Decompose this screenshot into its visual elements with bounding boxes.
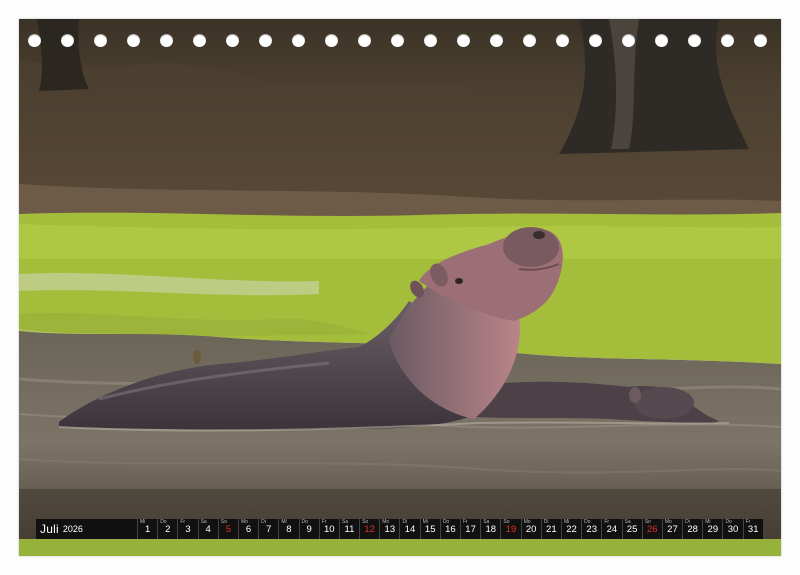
day-cell: Fr 17 xyxy=(460,519,480,539)
day-cell: Di 7 xyxy=(258,519,278,539)
hippo-scene xyxy=(19,19,781,556)
binding-hole xyxy=(390,34,404,47)
day-cell: Mi 29 xyxy=(702,519,722,539)
day-cell: Fr 31 xyxy=(742,519,763,539)
day-cell: Mo 27 xyxy=(661,519,682,539)
day-cell: Fr 10 xyxy=(318,519,339,539)
binding-hole xyxy=(126,34,140,47)
binding-hole xyxy=(555,34,569,47)
day-number: 31 xyxy=(747,524,759,535)
binding-holes xyxy=(0,34,800,50)
binding-hole xyxy=(489,34,503,47)
day-number: 5 xyxy=(225,524,231,535)
day-number: 26 xyxy=(646,524,658,535)
binding-hole xyxy=(225,34,239,47)
day-cell: Di 28 xyxy=(682,519,702,539)
binding-hole xyxy=(423,34,437,47)
day-cell: Do 16 xyxy=(439,519,460,539)
day-cell: Fr 3 xyxy=(177,519,197,539)
binding-hole xyxy=(192,34,206,47)
day-cell: Mo 6 xyxy=(237,519,258,539)
day-cell: Di 21 xyxy=(540,519,561,539)
day-number: 27 xyxy=(667,524,678,535)
binding-hole xyxy=(324,34,338,47)
day-cell: Sa 25 xyxy=(621,519,642,539)
day-cell: So 26 xyxy=(641,519,662,539)
day-number: 15 xyxy=(424,524,436,535)
binding-hole xyxy=(357,34,371,47)
binding-hole xyxy=(258,34,272,47)
day-cell: Mo 20 xyxy=(520,519,541,539)
day-cell: Mi 1 xyxy=(137,519,157,539)
day-number: 19 xyxy=(505,524,517,535)
day-cell: So 19 xyxy=(500,519,520,539)
day-cell: Mi 15 xyxy=(419,519,440,539)
day-cell: Mo 13 xyxy=(379,519,399,539)
month-label: Juli 2026 xyxy=(36,519,137,539)
day-number: 12 xyxy=(364,524,375,535)
day-number: 1 xyxy=(144,524,151,535)
day-cell: Mi 8 xyxy=(278,519,298,539)
binding-hole xyxy=(753,34,767,47)
day-number: 2 xyxy=(165,524,171,535)
binding-hole xyxy=(456,34,470,47)
day-number: 7 xyxy=(266,524,272,535)
year-label: 2026 xyxy=(62,524,83,534)
day-number: 25 xyxy=(626,524,638,535)
day-number: 20 xyxy=(525,524,537,535)
day-cell: Fr 24 xyxy=(601,519,621,539)
day-number: 8 xyxy=(286,524,292,535)
day-number: 9 xyxy=(306,524,312,535)
calendar-strip: Juli 2026 Mi 1 Do 2 Fr 3 Sa 4 So 5 Mo 6 Di 7 Mi 8 Do 9 Fr 1… xyxy=(36,519,763,539)
day-cell: Di 14 xyxy=(399,519,419,539)
day-cell: Mi 22 xyxy=(560,519,581,539)
day-number: 24 xyxy=(606,524,618,535)
day-number: 17 xyxy=(465,524,476,535)
day-number: 10 xyxy=(323,524,335,535)
binding-hole xyxy=(720,34,734,47)
day-number: 13 xyxy=(384,524,396,535)
binding-hole xyxy=(588,34,602,47)
day-number: 14 xyxy=(404,524,416,535)
day-cell: Do 30 xyxy=(722,519,742,539)
day-number: 3 xyxy=(185,524,191,535)
day-cell: Do 9 xyxy=(298,519,319,539)
calendar-page: Juli 2026 Mi 1 Do 2 Fr 3 Sa 4 So 5 Mo 6 Di 7 Mi 8 Do 9 Fr 1… xyxy=(0,0,800,575)
binding-hole xyxy=(621,34,635,47)
day-number: 21 xyxy=(546,524,557,535)
hippo-photo xyxy=(19,19,781,556)
day-number: 18 xyxy=(485,524,497,535)
binding-hole xyxy=(159,34,173,47)
day-cell: Sa 4 xyxy=(197,519,218,539)
day-number: 22 xyxy=(566,524,577,535)
day-cell: Sa 18 xyxy=(480,519,500,539)
day-number: 16 xyxy=(445,524,456,535)
day-cell: So 5 xyxy=(217,519,238,539)
day-number: 28 xyxy=(687,524,698,535)
binding-hole xyxy=(291,34,305,47)
binding-hole xyxy=(687,34,701,47)
day-cell: Do 23 xyxy=(581,519,601,539)
binding-hole xyxy=(27,34,41,47)
day-number: 29 xyxy=(707,524,719,535)
day-cells: Mi 1 Do 2 Fr 3 Sa 4 So 5 Mo 6 Di 7 Mi 8 Do 9 Fr 10 Sa 11 So 12 M… xyxy=(137,519,763,539)
day-number: 4 xyxy=(205,524,211,535)
binding-hole xyxy=(93,34,107,47)
month-name: Juli xyxy=(40,522,59,536)
binding-hole xyxy=(60,34,74,47)
day-number: 30 xyxy=(727,524,739,535)
day-cell: Sa 11 xyxy=(338,519,359,539)
day-cell: So 12 xyxy=(359,519,379,539)
day-number: 11 xyxy=(344,524,355,535)
day-number: 23 xyxy=(586,524,597,535)
binding-hole xyxy=(522,34,536,47)
day-cell: Do 2 xyxy=(157,519,177,539)
binding-hole xyxy=(654,34,668,47)
day-number: 6 xyxy=(245,524,252,535)
